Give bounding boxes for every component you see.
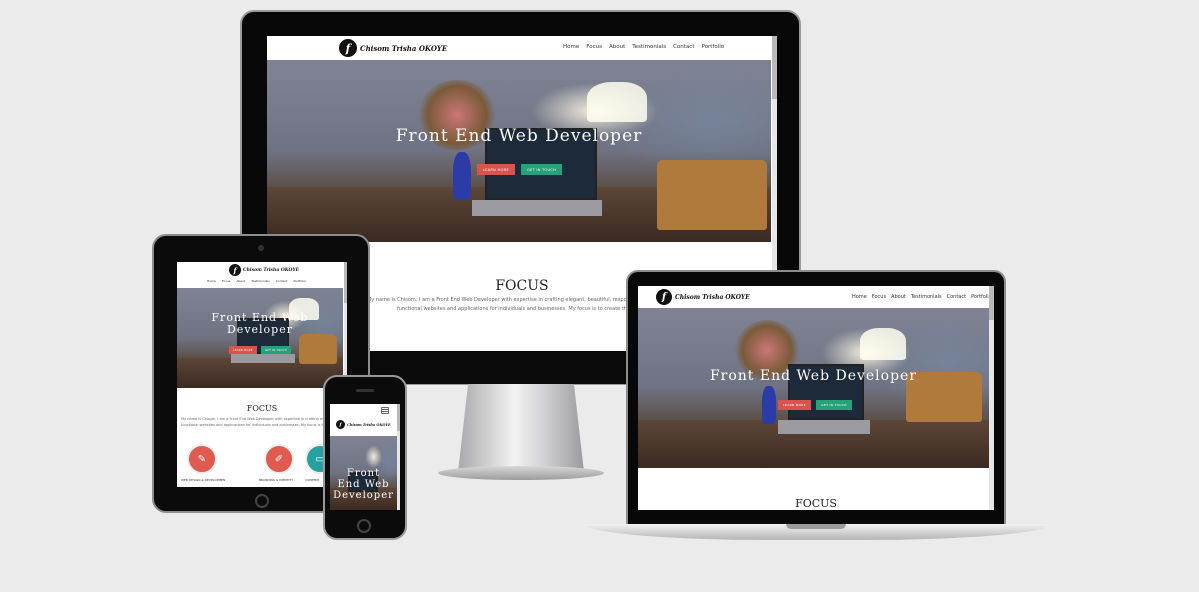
- phone-navbar: f Chisom Trisha OKOYE: [330, 404, 400, 430]
- imac-navbar: f Chisom Trisha OKOYE Home Focus About T…: [267, 36, 777, 60]
- logo-icon: f: [229, 264, 241, 276]
- macbook-menu: Home Focus About Testimonials Contact Po…: [852, 294, 992, 300]
- tablet-camera: [258, 245, 264, 251]
- macbook-navbar: f Chisom Trisha OKOYE Home Focus About T…: [638, 286, 994, 308]
- hero-vase: [762, 386, 776, 424]
- logo-icon: f: [339, 39, 357, 57]
- menu-icon[interactable]: [381, 407, 389, 414]
- nav-portfolio[interactable]: Portfolio: [293, 279, 305, 283]
- tablet-logo[interactable]: f Chisom Trisha OKOYE: [229, 264, 299, 276]
- nav-home[interactable]: Home: [563, 44, 579, 50]
- phone-home-button[interactable]: [357, 519, 371, 533]
- macbook-hero: Front End Web Developer LEARN MORE GET I…: [638, 308, 989, 468]
- learn-more-button[interactable]: LEARN MORE: [477, 164, 515, 175]
- hero-vase: [453, 152, 471, 200]
- tablet-screen: f Chisom Trisha OKOYE Home Focus About T…: [177, 262, 347, 487]
- get-in-touch-button[interactable]: GET IN TOUCH: [521, 164, 562, 175]
- imac-stand-foot: [438, 466, 604, 480]
- phone-logo[interactable]: f Chisom Trisha OKOYE: [336, 420, 391, 429]
- tablet-hero: Front End Web Developer LEARN MORE GET I…: [177, 288, 343, 388]
- hero-lamp: [587, 82, 647, 122]
- hero-laptop-base: [231, 354, 295, 363]
- phone-speaker: [356, 389, 374, 392]
- focus-text-1: My name is Chisom, I am a Front End Web …: [181, 417, 343, 421]
- macbook-logo[interactable]: f Chisom Trisha OKOYE: [656, 289, 750, 305]
- imac-stand-neck: [458, 384, 584, 472]
- logo-icon: f: [656, 289, 672, 305]
- nav-home[interactable]: Home: [852, 294, 867, 300]
- nav-contact[interactable]: Contact: [947, 294, 966, 300]
- hero-title-line-1: Front: [346, 468, 381, 479]
- macbook-screen: f Chisom Trisha OKOYE Home Focus About T…: [638, 286, 994, 510]
- nav-focus[interactable]: Focus: [872, 294, 886, 300]
- imac-scroll-thumb[interactable]: [772, 36, 777, 99]
- imac-menu: Home Focus About Testimonials Contact Po…: [563, 44, 724, 50]
- logo-icon: f: [336, 420, 345, 429]
- hero-title-line-3: Developer: [333, 490, 394, 501]
- hero-title: Front End Web Developer: [395, 126, 643, 146]
- hero-title: Front End Web Developer: [211, 311, 309, 336]
- macbook-scroll-thumb[interactable]: [989, 286, 994, 320]
- focus-heading: FOCUS: [795, 497, 837, 510]
- hero-lamp: [860, 328, 906, 360]
- tablet-menu: Home Focus About Testimonials Contact Po…: [207, 279, 306, 283]
- focus-heading: FOCUS: [246, 404, 278, 413]
- learn-more-button[interactable]: LEARN MORE: [778, 400, 811, 410]
- nav-home[interactable]: Home: [207, 279, 216, 283]
- card-label-1: WEB DESIGN & DEVELOPMENT: [181, 478, 225, 482]
- nav-testimonials[interactable]: Testimonials: [632, 44, 666, 50]
- nav-contact[interactable]: Contact: [673, 44, 694, 50]
- logo-text: Chisom Trisha OKOYE: [360, 43, 448, 53]
- phone-screen: f Chisom Trisha OKOYE Front End Web Deve…: [330, 404, 400, 510]
- nav-portfolio[interactable]: Portfolio: [702, 44, 725, 50]
- tablet-scroll-thumb[interactable]: [344, 262, 347, 303]
- focus-text-2: functional websites and applications for…: [181, 423, 343, 427]
- get-in-touch-button[interactable]: GET IN TOUCH: [816, 400, 852, 410]
- card-design-icon: ✎: [187, 444, 217, 474]
- phone-scrollbar[interactable]: [397, 404, 400, 510]
- nav-focus[interactable]: Focus: [222, 279, 231, 283]
- nav-contact[interactable]: Contact: [276, 279, 288, 283]
- nav-about[interactable]: About: [891, 294, 906, 300]
- imac-logo[interactable]: f Chisom Trisha OKOYE: [339, 39, 447, 57]
- learn-more-button[interactable]: LEARN MORE: [229, 346, 257, 354]
- macbook-notch: [786, 524, 846, 529]
- nav-focus[interactable]: Focus: [586, 44, 602, 50]
- hero-bag: [657, 160, 767, 230]
- logo-text: Chisom Trisha OKOYE: [675, 293, 750, 301]
- tablet-home-button[interactable]: [255, 494, 269, 508]
- get-in-touch-button[interactable]: GET IN TOUCH: [261, 346, 291, 354]
- nav-testimonials[interactable]: Testimonials: [911, 294, 942, 300]
- logo-text: Chisom Trisha OKOYE: [243, 267, 300, 273]
- nav-about[interactable]: About: [609, 44, 625, 50]
- logo-text: Chisom Trisha OKOYE: [347, 422, 391, 427]
- hero-title: Front End Web Developer: [709, 368, 918, 384]
- hero-laptop-base: [472, 200, 602, 216]
- hero-laptop-base: [778, 420, 870, 434]
- hero-title-line-2: End Web: [337, 479, 390, 490]
- card-label-2: BRANDING & IDENTITY: [259, 478, 294, 482]
- phone-hero: Front End Web Developer: [330, 436, 397, 510]
- macbook-scrollbar[interactable]: [989, 286, 994, 510]
- nav-testimonials[interactable]: Testimonials: [251, 279, 269, 283]
- card-pen-icon: ✐: [264, 444, 294, 474]
- tablet-navbar: f Chisom Trisha OKOYE Home Focus About T…: [177, 262, 347, 286]
- hero-bag: [299, 334, 337, 364]
- nav-about[interactable]: About: [236, 279, 245, 283]
- imac-hero: Front End Web Developer LEARN MORE GET I…: [267, 60, 771, 242]
- phone-scroll-thumb[interactable]: [397, 404, 400, 431]
